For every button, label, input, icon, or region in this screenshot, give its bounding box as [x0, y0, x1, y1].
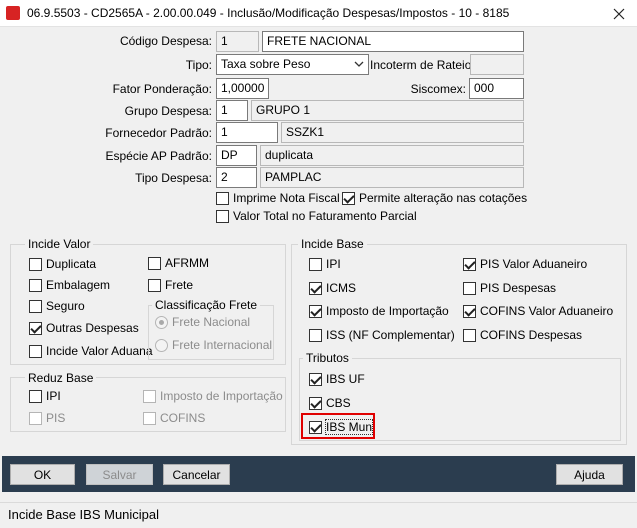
tipo-select[interactable]: Taxa sobre Peso [216, 54, 369, 75]
reduz-imposto-importacao-checkbox[interactable]: Imposto de Importação [143, 389, 283, 403]
codigo-despesa-label: Código Despesa: [119, 34, 212, 48]
codigo-despesa-field: 1 [216, 31, 259, 52]
especie-desc-field: duplicata [260, 145, 524, 166]
siscomex-field[interactable]: 000 [469, 78, 524, 99]
outras-despesas-checkbox[interactable]: Outras Despesas [29, 321, 139, 335]
incoterm-field [470, 54, 524, 75]
window-title: 06.9.5503 - CD2565A - 2.00.00.049 - Incl… [27, 6, 510, 20]
valor-total-checkbox[interactable]: Valor Total no Faturamento Parcial [216, 209, 417, 223]
duplicata-checkbox[interactable]: Duplicata [29, 257, 96, 271]
reduz-ipi-checkbox[interactable]: IPI [29, 389, 61, 403]
icms-checkbox[interactable]: ICMS [309, 281, 356, 295]
especie-code-field[interactable]: DP [216, 145, 257, 166]
reduz-base-title: Reduz Base [25, 371, 97, 385]
tipo-despesa-label: Tipo Despesa: [135, 171, 212, 185]
seguro-checkbox[interactable]: Seguro [29, 299, 85, 313]
grupo-desc-field: GRUPO 1 [251, 100, 524, 121]
codigo-despesa-desc-field[interactable]: FRETE NACIONAL [262, 31, 524, 52]
incide-imposto-importacao-checkbox[interactable]: Imposto de Importação [309, 304, 449, 318]
incide-valor-aduana-checkbox[interactable]: Incide Valor Aduana [29, 344, 153, 358]
permite-alteracao-checkbox[interactable]: Permite alteração nas cotações [342, 191, 527, 205]
fornecedor-desc-field: SSZK1 [281, 122, 524, 143]
pis-valor-aduaneiro-checkbox[interactable]: PIS Valor Aduaneiro [463, 257, 587, 271]
chevron-down-icon [354, 61, 364, 67]
tipo-despesa-code-field[interactable]: 2 [216, 167, 257, 188]
fator-field[interactable]: 1,00000 [216, 78, 269, 99]
focus-highlight-box [301, 413, 375, 439]
incoterm-label: Incoterm de Rateio: [370, 58, 475, 72]
frete-nacional-radio[interactable]: Frete Nacional [155, 315, 250, 329]
salvar-button[interactable]: Salvar [86, 464, 153, 485]
ajuda-button[interactable]: Ajuda [556, 464, 623, 485]
frete-internacional-radio[interactable]: Frete Internacional [155, 338, 272, 352]
incide-valor-title: Incide Valor [25, 237, 94, 251]
afrmm-checkbox[interactable]: AFRMM [148, 256, 209, 270]
tributos-title: Tributos [303, 351, 352, 365]
classificacao-frete-title: Classificação Frete [152, 298, 261, 312]
grupo-code-field[interactable]: 1 [216, 100, 248, 121]
especie-label: Espécie AP Padrão: [105, 149, 212, 163]
title-bar: 06.9.5503 - CD2565A - 2.00.00.049 - Incl… [0, 0, 637, 27]
close-icon[interactable] [600, 0, 637, 27]
fornecedor-label: Fornecedor Padrão: [105, 126, 212, 140]
cofins-despesas-checkbox[interactable]: COFINS Despesas [463, 328, 582, 342]
fator-label: Fator Ponderação: [112, 82, 212, 96]
cbs-checkbox[interactable]: CBS [309, 396, 351, 410]
cancelar-button[interactable]: Cancelar [163, 464, 230, 485]
iss-checkbox[interactable]: ISS (NF Complementar) [309, 328, 455, 342]
cofins-valor-aduaneiro-checkbox[interactable]: COFINS Valor Aduaneiro [463, 304, 613, 318]
siscomex-label: Siscomex: [410, 82, 466, 96]
ibs-uf-checkbox[interactable]: IBS UF [309, 372, 365, 386]
tipo-despesa-desc-field: PAMPLAC [260, 167, 524, 188]
tipo-label: Tipo: [185, 58, 212, 72]
frete-checkbox[interactable]: Frete [148, 278, 193, 292]
reduz-pis-checkbox[interactable]: PIS [29, 411, 65, 425]
reduz-cofins-checkbox[interactable]: COFINS [143, 411, 205, 425]
incide-ipi-checkbox[interactable]: IPI [309, 257, 341, 271]
incide-base-title: Incide Base [298, 237, 367, 251]
fornecedor-code-field[interactable]: 1 [216, 122, 278, 143]
imprime-nf-checkbox[interactable]: Imprime Nota Fiscal [216, 191, 340, 205]
ok-button[interactable]: OK [10, 464, 75, 485]
tipo-select-value: Taxa sobre Peso [221, 57, 311, 71]
status-bar: Incide Base IBS Municipal [0, 502, 637, 528]
pis-despesas-checkbox[interactable]: PIS Despesas [463, 281, 556, 295]
grupo-label: Grupo Despesa: [124, 104, 212, 118]
embalagem-checkbox[interactable]: Embalagem [29, 278, 110, 292]
app-icon [6, 6, 20, 20]
